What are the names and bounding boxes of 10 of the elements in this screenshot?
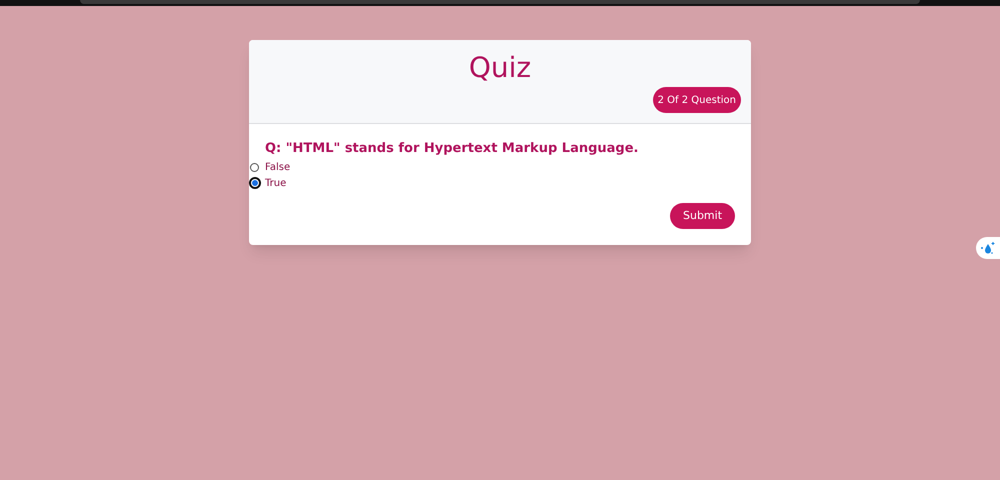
option-label[interactable]: True bbox=[265, 176, 286, 190]
progress-badge: 2 Of 2 Question bbox=[652, 87, 741, 113]
radio-button[interactable] bbox=[249, 177, 261, 189]
water-drop-icon bbox=[980, 241, 996, 255]
submit-button[interactable]: Submit bbox=[670, 203, 735, 229]
option-label[interactable]: False bbox=[265, 160, 290, 174]
question-text: Q: "HTML" stands for Hypertext Markup Language. bbox=[265, 140, 640, 158]
quiz-title: Quiz bbox=[468, 50, 532, 86]
floating-widget-button[interactable] bbox=[976, 237, 1000, 259]
radio-button[interactable] bbox=[250, 162, 259, 172]
